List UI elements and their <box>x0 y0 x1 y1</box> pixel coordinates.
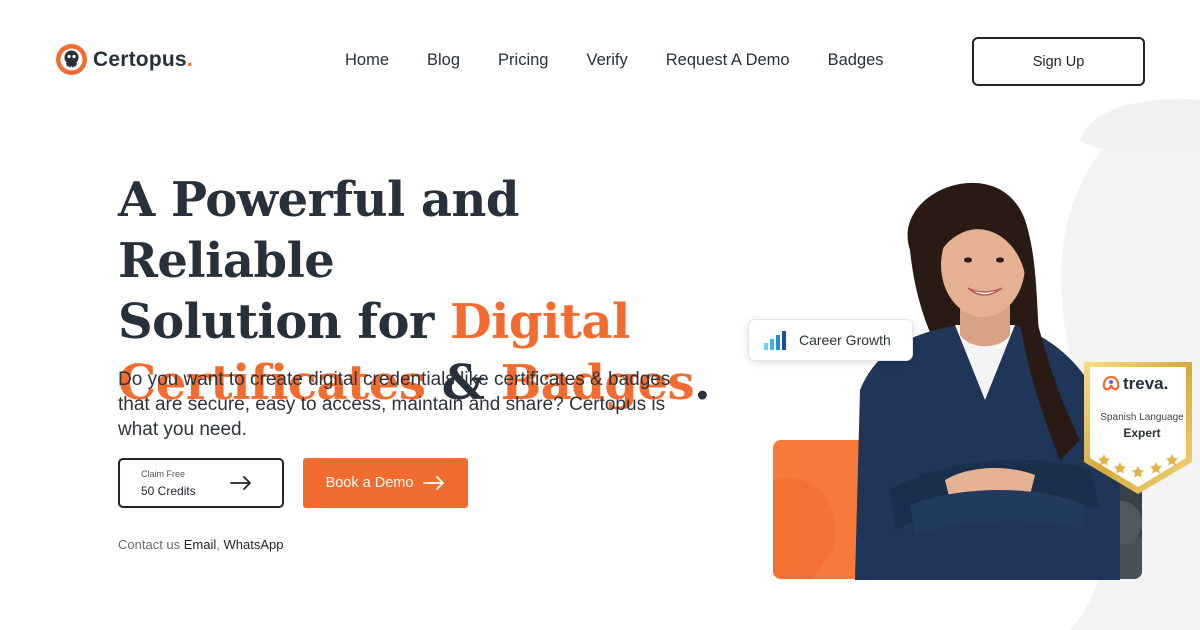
claim-free-credits-button[interactable]: Claim Free 50 Credits <box>118 458 284 508</box>
main-nav: Home Blog Pricing Verify Request A Demo … <box>345 51 884 70</box>
brand-name: Certopus. <box>93 47 193 71</box>
arrow-right-icon <box>230 476 251 490</box>
headline-period: . <box>694 355 711 411</box>
headline-highlight-digital: Digital <box>450 294 630 350</box>
treva-logo-icon <box>1102 376 1120 391</box>
brand-logo[interactable]: Certopus. <box>56 44 193 75</box>
contact-prefix: Contact us <box>118 537 184 552</box>
badge-brand-name: treva. <box>1123 374 1169 393</box>
badge-brand: treva. <box>1102 374 1168 394</box>
contact-whatsapp-link[interactable]: WhatsApp <box>224 537 284 552</box>
chip-label: Career Growth <box>799 332 891 348</box>
octopus-logo-icon <box>56 44 87 75</box>
headline-line-1: A Powerful and Reliable <box>118 172 519 289</box>
claim-small-label: Claim Free <box>141 469 186 479</box>
nav-home[interactable]: Home <box>345 51 389 70</box>
nav-badges[interactable]: Badges <box>828 51 884 70</box>
sign-up-button[interactable]: Sign Up <box>972 37 1145 86</box>
book-demo-button[interactable]: Book a Demo <box>303 458 468 508</box>
badge-title: Expert <box>1123 426 1161 440</box>
nav-pricing[interactable]: Pricing <box>498 51 548 70</box>
contact-email-link[interactable]: Email <box>184 537 217 552</box>
nav-blog[interactable]: Blog <box>427 51 460 70</box>
arrow-right-icon <box>423 476 445 490</box>
contact-line: Contact us Email, WhatsApp <box>118 537 284 552</box>
headline-line-2-prefix: Solution for <box>118 294 451 350</box>
hero-subtitle: Do you want to create digital credential… <box>118 369 671 440</box>
badge-subtitle: Spanish Language <box>1100 412 1184 423</box>
nav-request-demo[interactable]: Request A Demo <box>666 51 790 70</box>
career-growth-chip: Career Growth <box>748 319 913 361</box>
nav-verify[interactable]: Verify <box>586 51 627 70</box>
book-demo-label: Book a Demo <box>325 475 414 491</box>
claim-big-label: 50 Credits <box>141 484 196 498</box>
bar-chart-icon <box>764 331 786 350</box>
contact-separator: , <box>216 537 224 552</box>
